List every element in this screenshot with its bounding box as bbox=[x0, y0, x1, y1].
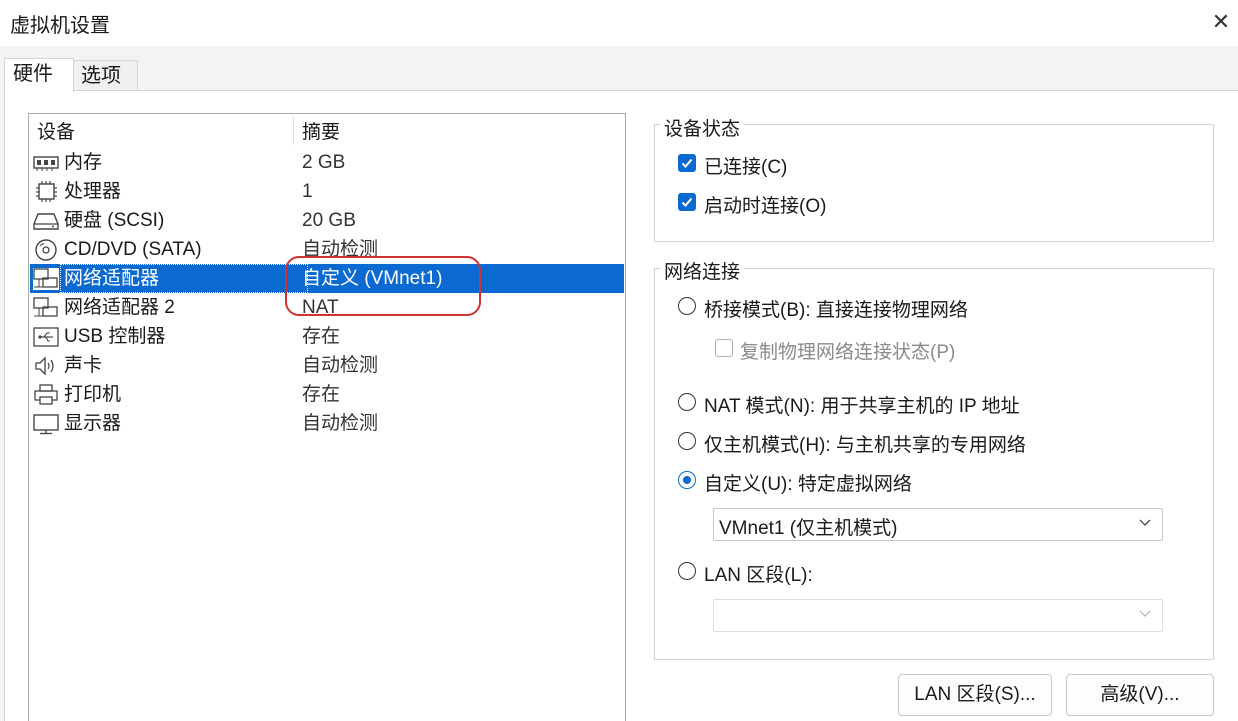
memory-icon bbox=[33, 156, 59, 171]
device-name: USB 控制器 bbox=[64, 326, 166, 347]
custom-network-select[interactable]: VMnet1 (仅主机模式) bbox=[713, 508, 1163, 541]
harddisk-icon bbox=[33, 213, 59, 230]
window-title: 虚拟机设置 bbox=[10, 15, 110, 37]
nat-radio[interactable] bbox=[678, 393, 696, 411]
device-status-title: 设备状态 bbox=[660, 114, 745, 141]
device-summary: 自动检测 bbox=[302, 239, 379, 260]
device-summary: 自动检测 bbox=[302, 413, 379, 434]
column-header-device[interactable]: 设备 bbox=[37, 117, 75, 144]
lan-segment-select[interactable] bbox=[713, 599, 1163, 632]
device-row-cd-dvd[interactable]: CD/DVD (SATA) 自动检测 bbox=[30, 235, 624, 264]
title-bar bbox=[0, 0, 1238, 46]
device-name: 网络适配器 bbox=[64, 268, 160, 289]
device-row-usb[interactable]: USB 控制器 存在 bbox=[30, 322, 624, 351]
printer-icon bbox=[34, 384, 58, 405]
tab-strip-divider bbox=[4, 90, 1238, 91]
device-name: 显示器 bbox=[64, 413, 122, 434]
device-summary: NAT bbox=[302, 297, 339, 318]
device-name: 打印机 bbox=[64, 384, 122, 405]
device-name: 声卡 bbox=[64, 355, 103, 376]
chevron-down-icon bbox=[1139, 519, 1151, 526]
device-summary: 存在 bbox=[302, 384, 341, 405]
device-row-display[interactable]: 显示器 自动检测 bbox=[30, 409, 624, 438]
connected-checkbox[interactable] bbox=[678, 154, 696, 172]
custom-label[interactable]: 自定义(U): 特定虚拟网络 bbox=[704, 469, 912, 496]
device-name: 处理器 bbox=[64, 181, 122, 202]
device-row-harddisk[interactable]: 硬盘 (SCSI) 20 GB bbox=[30, 206, 624, 235]
device-summary: 自动检测 bbox=[302, 355, 379, 376]
custom-radio[interactable] bbox=[678, 471, 696, 489]
device-status-group bbox=[654, 124, 1214, 242]
host-only-label[interactable]: 仅主机模式(H): 与主机共享的专用网络 bbox=[704, 430, 1026, 457]
lan-segment-radio[interactable] bbox=[678, 562, 696, 580]
bridged-radio[interactable] bbox=[678, 297, 696, 315]
column-header-summary[interactable]: 摘要 bbox=[302, 117, 340, 144]
network-adapter-icon bbox=[33, 268, 59, 290]
host-only-radio[interactable] bbox=[678, 432, 696, 450]
device-row-processor[interactable]: 处理器 1 bbox=[30, 177, 624, 206]
tab-options[interactable]: 选项 bbox=[72, 60, 138, 91]
connected-label[interactable]: 已连接(C) bbox=[704, 152, 787, 179]
device-name: 网络适配器 2 bbox=[64, 297, 175, 318]
speaker-icon bbox=[35, 356, 54, 376]
device-name: 内存 bbox=[64, 152, 103, 173]
device-summary: 20 GB bbox=[302, 210, 356, 231]
replicate-state-label[interactable]: 复制物理网络连接状态(P) bbox=[740, 337, 955, 364]
connect-at-power-on-checkbox[interactable] bbox=[678, 193, 696, 211]
device-summary: 2 GB bbox=[302, 152, 346, 173]
device-row-network-adapter-2[interactable]: 网络适配器 2 NAT bbox=[30, 293, 624, 322]
cd-dvd-icon bbox=[35, 239, 57, 261]
close-icon[interactable]: ✕ bbox=[1208, 9, 1234, 35]
lan-segment-label[interactable]: LAN 区段(L): bbox=[704, 560, 813, 587]
device-name: CD/DVD (SATA) bbox=[64, 239, 202, 260]
device-summary: 1 bbox=[302, 181, 313, 202]
cpu-icon bbox=[36, 181, 57, 202]
advanced-button[interactable]: 高级(V)... bbox=[1066, 674, 1214, 716]
device-name: 硬盘 (SCSI) bbox=[64, 210, 165, 231]
tab-hardware[interactable]: 硬件 bbox=[4, 58, 74, 92]
column-separator[interactable] bbox=[293, 117, 294, 145]
replicate-state-checkbox[interactable] bbox=[715, 339, 733, 357]
lan-segments-button[interactable]: LAN 区段(S)... bbox=[898, 674, 1052, 716]
connect-at-power-on-label[interactable]: 启动时连接(O) bbox=[704, 191, 826, 218]
bridged-label[interactable]: 桥接模式(B): 直接连接物理网络 bbox=[704, 295, 968, 322]
usb-icon bbox=[33, 327, 59, 347]
device-summary: 存在 bbox=[302, 326, 341, 347]
device-row-network-adapter[interactable]: 网络适配器 自定义 (VMnet1) bbox=[30, 264, 624, 293]
monitor-icon bbox=[33, 414, 59, 435]
network-adapter-icon bbox=[33, 297, 58, 317]
device-summary: 自定义 (VMnet1) bbox=[302, 268, 443, 289]
nat-label[interactable]: NAT 模式(N): 用于共享主机的 IP 地址 bbox=[704, 391, 1020, 418]
custom-network-value: VMnet1 (仅主机模式) bbox=[719, 518, 898, 539]
network-connection-title: 网络连接 bbox=[660, 257, 745, 284]
device-row-sound-card[interactable]: 声卡 自动检测 bbox=[30, 351, 624, 380]
device-row-memory[interactable]: 内存 2 GB bbox=[30, 148, 624, 177]
chevron-down-icon bbox=[1139, 610, 1151, 617]
device-row-printer[interactable]: 打印机 存在 bbox=[30, 380, 624, 409]
